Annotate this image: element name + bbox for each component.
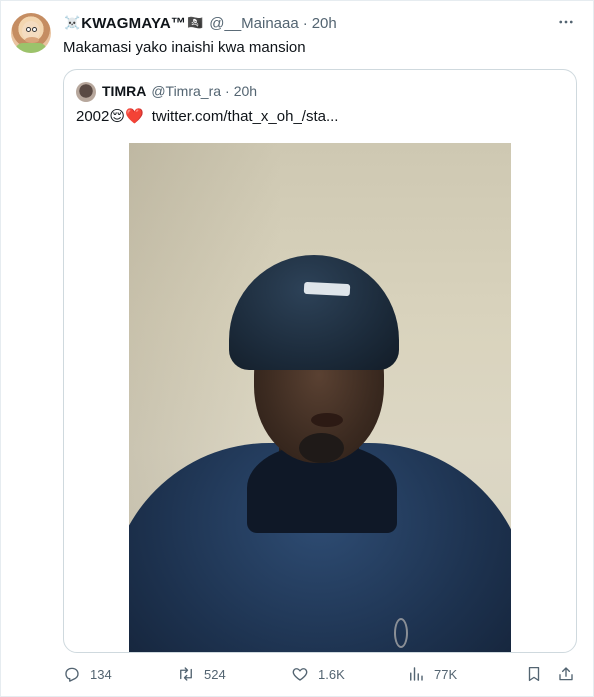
quoted-tweet-header: TIMRA @Timra_ra · 20h xyxy=(102,83,257,99)
avatar-chin xyxy=(25,37,39,43)
like-count: 1.6K xyxy=(318,666,345,682)
quoted-tweet-link[interactable]: twitter.com/that_x_oh_/sta... xyxy=(152,108,339,125)
heart-icon xyxy=(292,668,308,681)
author-name-prefix-emoji: ☠️ xyxy=(64,15,81,30)
like-button[interactable]: 1.6K xyxy=(291,665,345,683)
quoted-tweet[interactable]: TIMRA @Timra_ra · 20h 2002😌❤️ twitter.com… xyxy=(63,69,577,653)
tweet-header: ☠️ KWAGMAYA™ 🏴‍☠️ @__Mainaaa · 20h xyxy=(63,14,337,32)
author-name[interactable]: KWAGMAYA™ xyxy=(81,15,186,32)
quoted-tweet-text: 2002😌❤️ twitter.com/that_x_oh_/sta... xyxy=(76,107,338,126)
separator-dot: · xyxy=(225,83,230,99)
tweet-text: Makamasi yako inaishi kwa mansion xyxy=(63,39,306,56)
bookmark-icon xyxy=(528,666,540,682)
retweet-count: 524 xyxy=(204,666,226,682)
views-count: 77K xyxy=(434,666,458,682)
views-button[interactable]: 77K xyxy=(407,665,457,683)
author-handle[interactable]: @__Mainaaa xyxy=(209,15,298,32)
avatar-eye-right xyxy=(32,27,37,32)
photo-chain xyxy=(394,618,408,648)
quoted-tweet-photo[interactable] xyxy=(129,143,511,652)
avatar-shirt xyxy=(15,43,47,53)
separator-dot: · xyxy=(302,14,308,32)
photo-beanie-tag xyxy=(303,281,351,297)
tweet-card[interactable]: ☠️ KWAGMAYA™ 🏴‍☠️ @__Mainaaa · 20h Makam… xyxy=(0,0,594,697)
photo-beard xyxy=(299,433,344,463)
reply-count: 134 xyxy=(90,666,112,682)
share-icon xyxy=(559,667,573,681)
photo-lips xyxy=(311,413,343,427)
retweet-button[interactable]: 524 xyxy=(177,665,226,683)
retweet-icon xyxy=(180,667,192,681)
reply-button[interactable]: 134 xyxy=(63,665,112,683)
reply-icon xyxy=(65,667,79,682)
quoted-author-handle[interactable]: @Timra_ra xyxy=(151,83,221,99)
quoted-author-avatar[interactable] xyxy=(76,82,96,102)
quoted-tweet-timestamp[interactable]: 20h xyxy=(234,83,257,99)
bookmark-button[interactable] xyxy=(525,665,543,683)
more-horizontal-icon[interactable] xyxy=(557,13,575,36)
quoted-author-name[interactable]: TIMRA xyxy=(102,83,146,99)
share-button[interactable] xyxy=(557,665,575,683)
author-avatar[interactable] xyxy=(11,13,51,53)
tweet-actions: 134 524 1.6K 77K xyxy=(63,665,577,687)
author-name-suffix-emoji: 🏴‍☠️ xyxy=(187,15,204,30)
tweet-timestamp[interactable]: 20h xyxy=(312,15,337,32)
avatar-eye-left xyxy=(26,27,31,32)
quoted-tweet-emojis: 😌❤️ xyxy=(109,108,144,125)
quoted-tweet-year: 2002 xyxy=(76,108,110,125)
views-icon xyxy=(410,667,423,681)
